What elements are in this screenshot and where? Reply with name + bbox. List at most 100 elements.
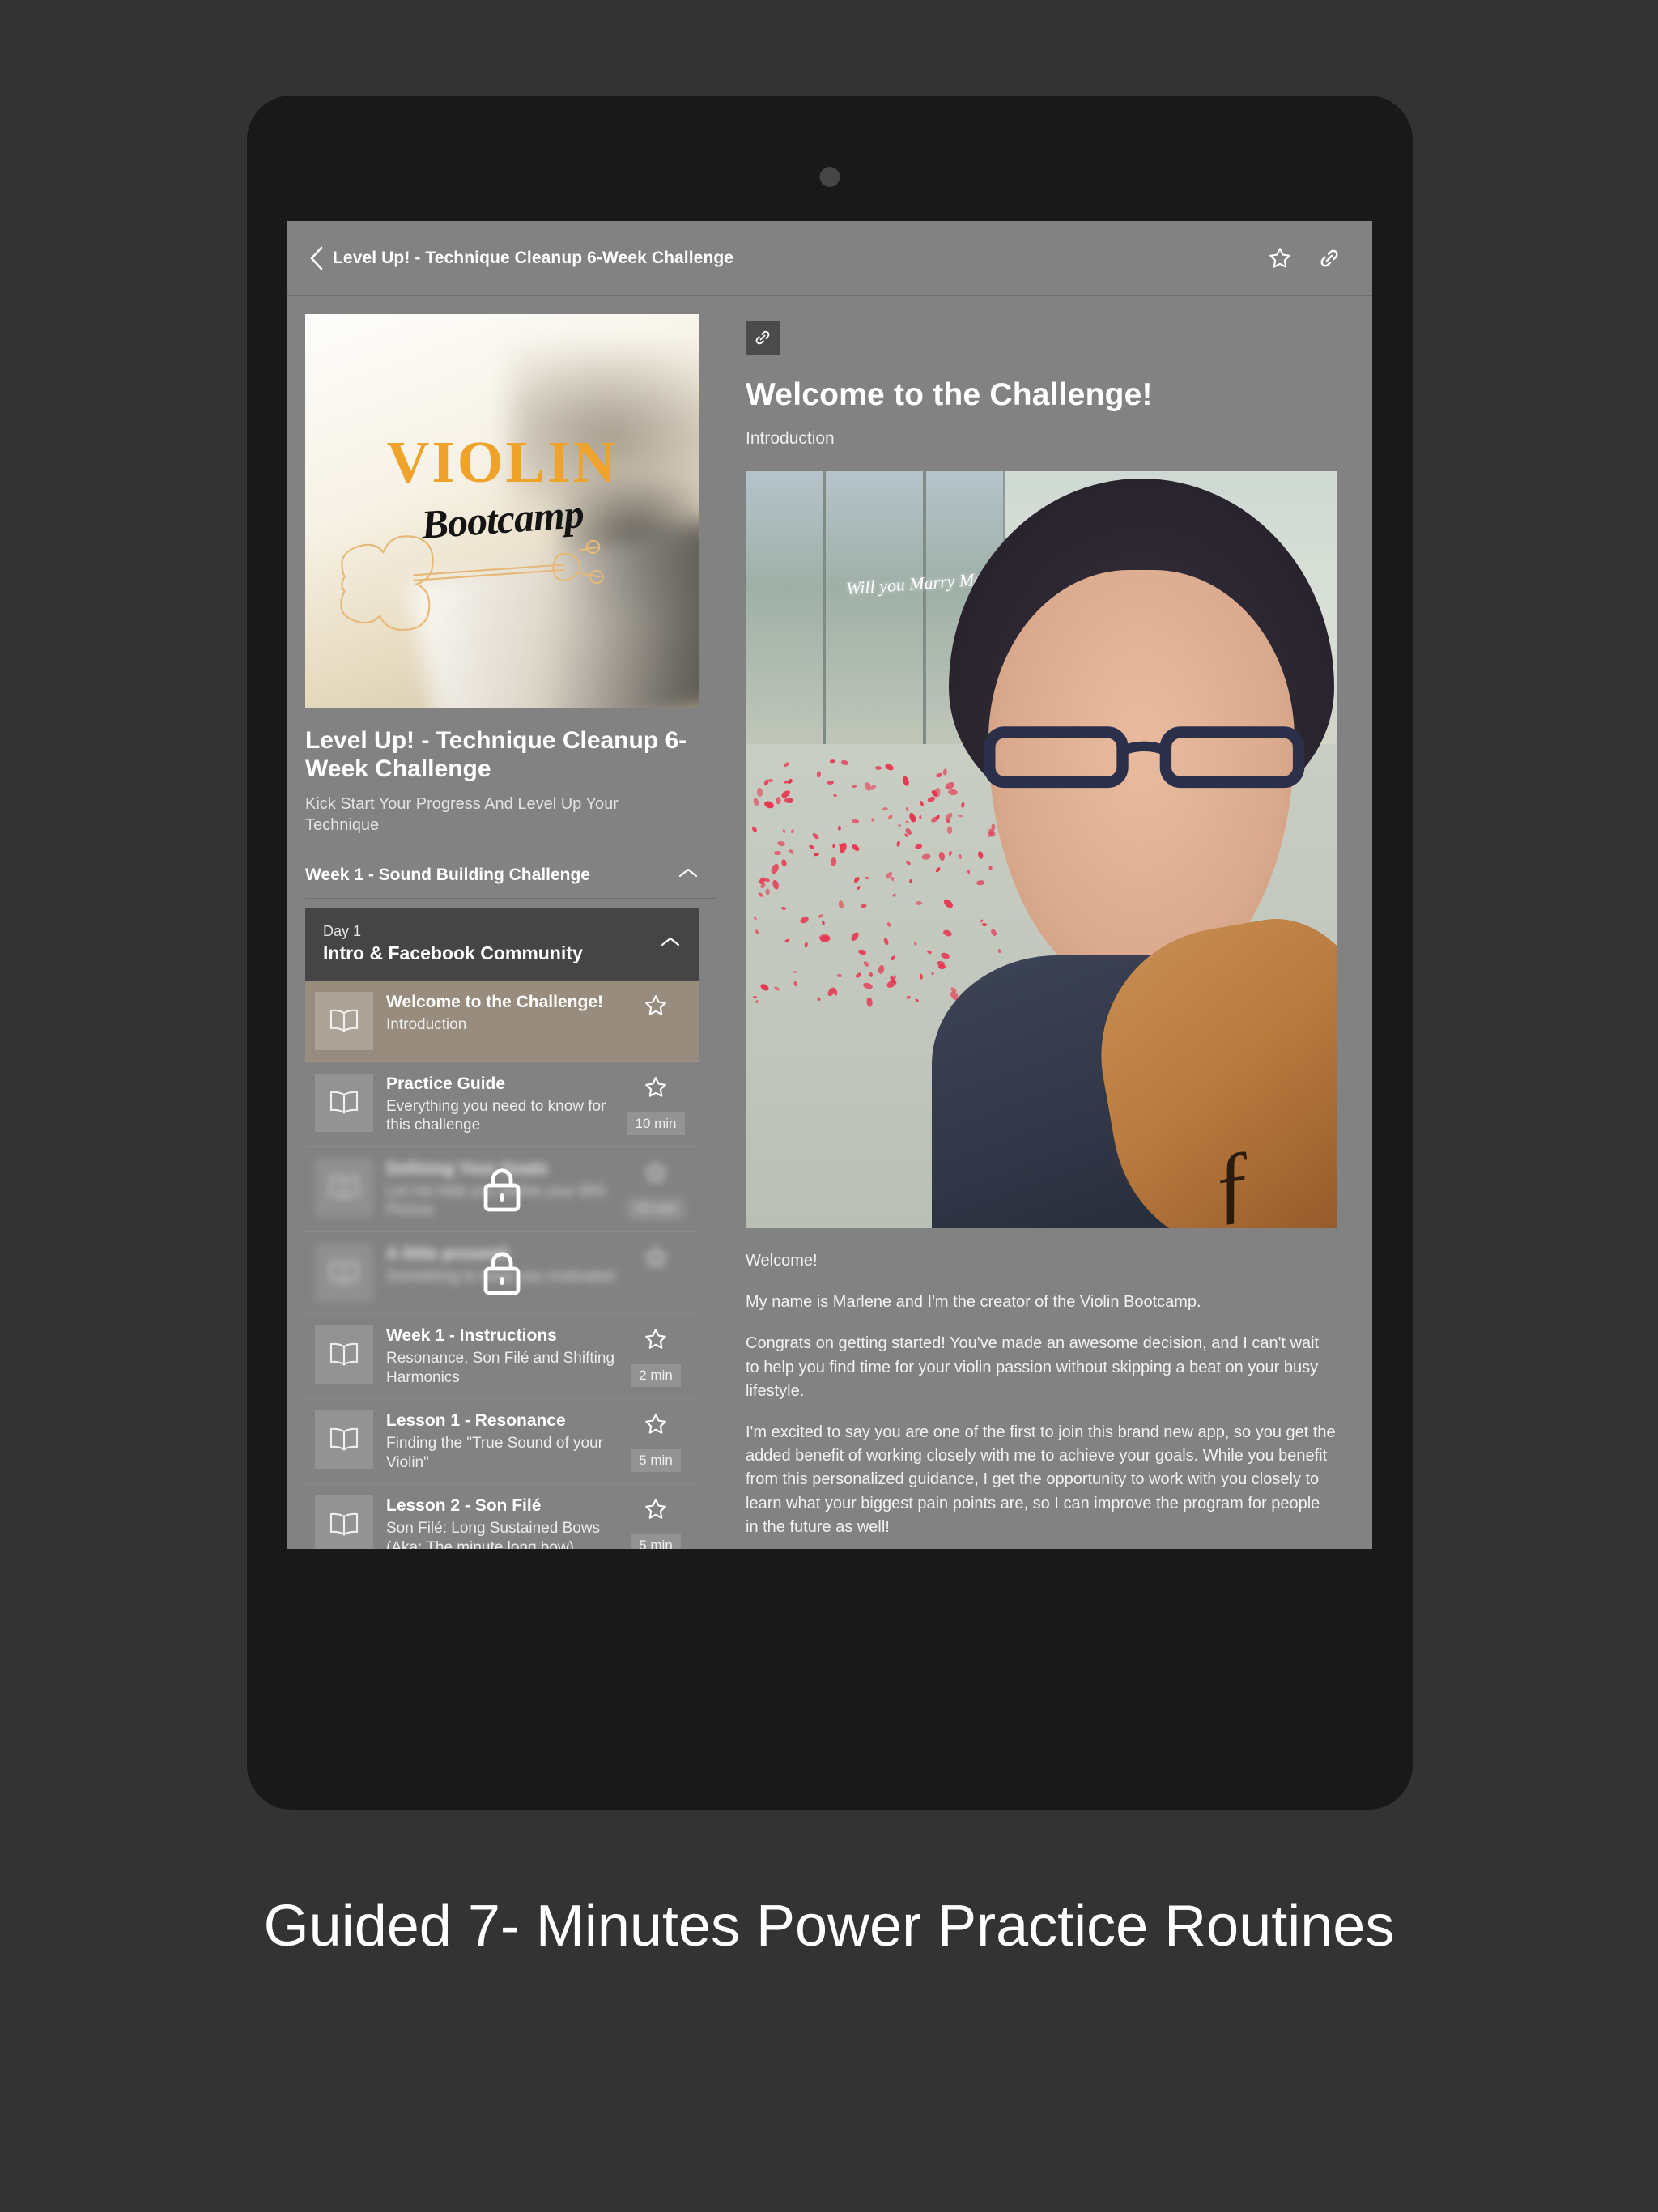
photo-person: ƒ [923,471,1337,1228]
lesson-list-item[interactable]: Defining Your Goals Let me help you defin… [305,1147,699,1233]
app-screen: Level Up! - Technique Cleanup 6-Week Cha… [287,221,1372,1549]
glasses-icon [984,725,1305,788]
poster-canvas: Level Up! - Technique Cleanup 6-Week Cha… [0,0,1658,2212]
lesson-item-text: A little present! Something to keep you m… [386,1244,624,1286]
course-sidebar[interactable]: VIOLIN Bootcamp Level Up! - Technique Cl… [287,296,716,1549]
lesson-item-title: Practice Guide [386,1074,506,1093]
device-camera [819,167,840,187]
star-outline-icon[interactable] [644,1497,668,1525]
lesson-item-title: Lesson 2 - Son Filé [386,1496,542,1516]
lesson-item-text: Lesson 1 - Resonance Finding the "True So… [386,1410,624,1472]
lesson-item-text: Practice Guide Everything you need to kno… [386,1074,624,1135]
lesson-item-description: Introduction [386,1015,467,1033]
lesson-list-item[interactable]: Lesson 2 - Son Filé Son Filé: Long Sustai… [305,1484,699,1549]
day-section-header[interactable]: Day 1 Intro & Facebook Community [305,908,699,981]
star-outline-icon[interactable] [644,1160,668,1189]
star-outline-icon[interactable] [644,993,668,1022]
duration-badge: 10 min [627,1112,685,1135]
week-section-header[interactable]: Week 1 - Sound Building Challenge [305,866,716,899]
lesson-item-title: A little present! [386,1244,510,1264]
course-title: Level Up! - Technique Cleanup 6-Week Cha… [305,727,687,783]
photo-f-hole: ƒ [1205,1131,1262,1228]
lesson-item-description: Everything you need to know for this cha… [386,1097,606,1134]
lesson-paragraph: Congrats on getting started! You've made… [746,1334,1320,1400]
lesson-item-title: Defining Your Goals [386,1159,548,1179]
lesson-list-item[interactable]: Week 1 - Instructions Resonance, Son Filé… [305,1314,699,1400]
star-outline-icon[interactable] [644,1245,668,1274]
link-icon[interactable] [1316,245,1343,272]
rose-petal [793,970,797,973]
app-bar-actions [1266,245,1343,272]
link-icon[interactable] [746,321,780,355]
book-icon [315,1159,373,1218]
photo-mullion [822,471,826,759]
lesson-item-description: Finding the "True Sound of your Violin" [386,1434,603,1471]
duration-badge: 2 min [631,1364,681,1388]
rose-petal [838,825,842,831]
lesson-item-meta [624,992,687,1022]
book-icon [315,1495,373,1549]
poster-caption: Guided 7- Minutes Power Practice Routine… [263,1894,1395,1959]
lesson-item-title: Welcome to the Challenge! [386,992,603,1011]
lesson-item-meta: 10 min [624,1074,687,1135]
star-outline-icon[interactable] [644,1412,668,1440]
lesson-list: Welcome to the Challenge! Introduction Pra… [305,980,699,1549]
lesson-item-description: Something to keep you motivated [386,1267,615,1285]
lesson-item-meta [624,1244,687,1274]
lesson-item-inner: Lesson 1 - Resonance Finding the "True So… [315,1410,687,1473]
lesson-item-title: Lesson 1 - Resonance [386,1411,566,1431]
app-bar-title: Level Up! - Technique Cleanup 6-Week Cha… [333,248,734,267]
lesson-paragraph: I'm excited to say you are one of the fi… [746,1423,1336,1536]
chevron-up-icon[interactable] [678,866,699,883]
thumbnail-wordmark: VIOLIN [386,429,619,496]
chevron-left-icon[interactable] [305,242,328,274]
book-icon [315,1325,373,1385]
lesson-item-inner: Defining Your Goals Let me help you defin… [315,1159,687,1221]
lesson-list-item[interactable]: A little present! Something to keep you m… [305,1232,699,1315]
page-subtitle: Introduction [746,429,835,448]
star-outline-icon[interactable] [1266,245,1294,272]
book-icon [315,991,373,1050]
lesson-list-item[interactable]: Lesson 1 - Resonance Finding the "True So… [305,1399,699,1485]
lesson-item-inner: Practice Guide Everything you need to kno… [315,1073,687,1135]
book-icon [315,1244,373,1303]
lesson-content-panel: Welcome to the Challenge! Introduction W… [716,296,1372,1549]
star-outline-icon[interactable] [644,1075,668,1104]
lesson-paragraph: Welcome! [746,1252,818,1270]
lesson-item-text: Lesson 2 - Son Filé Son Filé: Long Sustai… [386,1495,624,1549]
lesson-item-text: Defining Your Goals Let me help you defin… [386,1159,624,1220]
lesson-item-text: Welcome to the Challenge! Introduction [386,992,624,1034]
lesson-item-text: Week 1 - Instructions Resonance, Son Filé… [386,1325,624,1387]
lesson-item-meta: 2 min [624,1325,687,1388]
app-body: VIOLIN Bootcamp Level Up! - Technique Cl… [287,296,1372,1549]
book-icon [315,1073,373,1132]
lesson-paragraph: My name is Marlene and I'm the creator o… [746,1293,1201,1312]
lesson-list-item[interactable]: Welcome to the Challenge! Introduction [305,980,699,1062]
duration-badge: 5 min [631,1449,681,1473]
lesson-hero-photo: Will you Marry Me? ƒ [746,471,1337,1228]
lesson-body-text: Welcome! My name is Marlene and I'm the c… [746,1249,1337,1539]
book-icon [315,1410,373,1470]
lesson-item-inner: Lesson 2 - Son Filé Son Filé: Long Sustai… [315,1495,687,1549]
day-kicker: Day 1 [323,922,362,939]
week-label: Week 1 - Sound Building Challenge [305,865,590,884]
duration-badge: 20 min [627,1197,685,1221]
lesson-item-inner: A little present! Something to keep you m… [315,1244,687,1303]
lesson-item-meta: 20 min [624,1159,687,1221]
tablet-device-frame: Level Up! - Technique Cleanup 6-Week Cha… [247,96,1413,1810]
page-title: Welcome to the Challenge! [746,377,1153,412]
lesson-item-inner: Welcome to the Challenge! Introduction [315,991,687,1050]
duration-badge: 5 min [631,1534,681,1549]
chevron-up-icon[interactable] [660,935,681,952]
rose-petal [768,778,774,782]
day-name: Intro & Facebook Community [323,942,583,964]
course-thumbnail: VIOLIN Bootcamp [305,314,699,708]
star-outline-icon[interactable] [644,1327,668,1355]
lesson-item-meta: 5 min [624,1495,687,1549]
lesson-item-title: Week 1 - Instructions [386,1326,557,1346]
day-texts: Day 1 Intro & Facebook Community [323,922,660,966]
lesson-item-inner: Week 1 - Instructions Resonance, Son Filé… [315,1325,687,1388]
course-subtitle: Kick Start Your Progress And Level Up Yo… [305,794,619,835]
rose-petal [874,765,882,771]
lesson-list-item[interactable]: Practice Guide Everything you need to kno… [305,1062,699,1148]
